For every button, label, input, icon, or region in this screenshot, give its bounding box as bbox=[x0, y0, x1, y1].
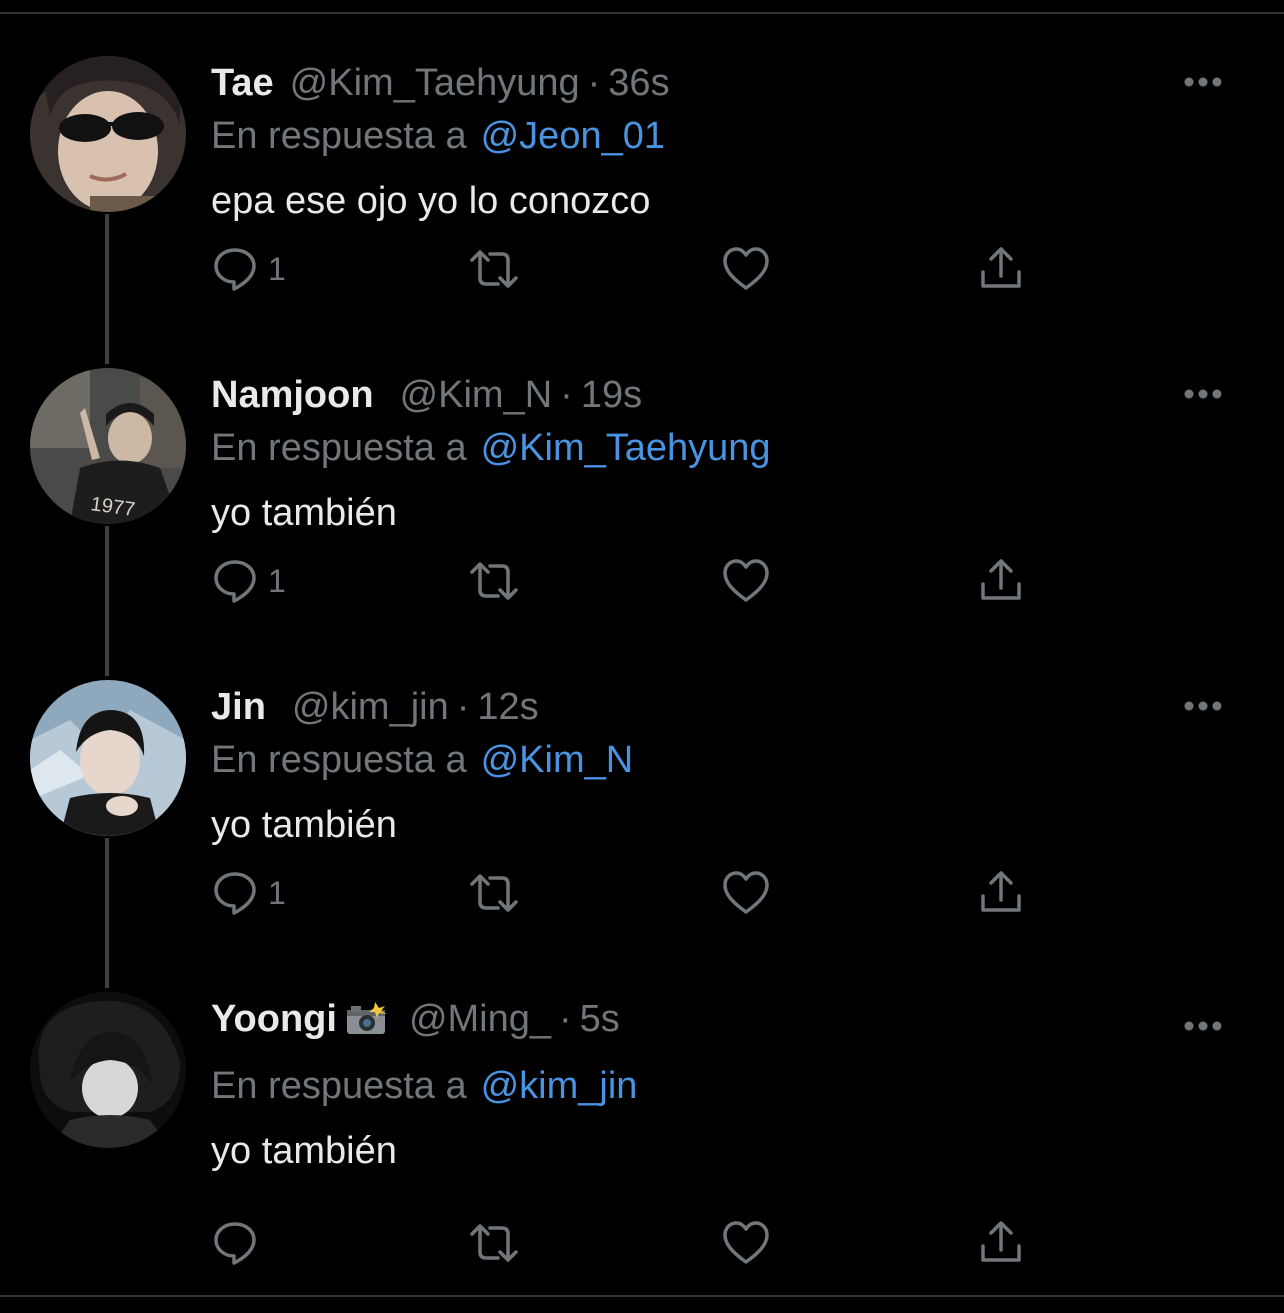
retweet-icon bbox=[466, 246, 522, 292]
reply-mention-link[interactable]: @Jeon_01 bbox=[481, 115, 665, 158]
share-icon bbox=[978, 1220, 1024, 1266]
like-button[interactable] bbox=[722, 868, 770, 918]
retweet-button[interactable] bbox=[466, 1218, 522, 1268]
reply-mention-link[interactable]: @kim_jin bbox=[481, 1065, 638, 1108]
tweet-actions: 1 bbox=[212, 556, 1052, 606]
reply-context: En respuesta a @Kim_N bbox=[211, 736, 633, 784]
timestamp[interactable]: 36s bbox=[608, 62, 669, 105]
reply-prefix: En respuesta a bbox=[211, 738, 467, 781]
retweet-button[interactable] bbox=[466, 868, 522, 918]
like-icon bbox=[722, 1220, 770, 1266]
reply-button[interactable]: 1 bbox=[212, 556, 286, 606]
reply-prefix: En respuesta a bbox=[211, 114, 467, 157]
avatar[interactable] bbox=[30, 992, 186, 1148]
tweet-header: Yoongi @Ming_ · 5s bbox=[211, 994, 620, 1044]
separator-dot: · bbox=[560, 373, 573, 416]
reply-icon bbox=[212, 558, 258, 604]
tweet-text: epa ese ojo yo lo conozco bbox=[211, 180, 651, 222]
reply-prefix: En respuesta a bbox=[211, 426, 467, 469]
tweet-header: Tae @Kim_Taehyung · 36s bbox=[211, 58, 670, 108]
reply-count: 1 bbox=[268, 250, 286, 287]
separator-dot: · bbox=[559, 997, 572, 1040]
reply-icon bbox=[212, 870, 258, 916]
tweet-actions: 1 bbox=[212, 244, 1052, 294]
share-icon bbox=[978, 870, 1024, 916]
tweet-text: yo también bbox=[211, 1130, 397, 1172]
reply-button[interactable] bbox=[212, 1218, 268, 1268]
reply-icon bbox=[212, 1220, 258, 1266]
camera-flash-emoji-icon bbox=[345, 1002, 387, 1036]
top-divider bbox=[0, 0, 1284, 14]
share-button[interactable] bbox=[978, 868, 1024, 918]
timestamp[interactable]: 19s bbox=[581, 374, 642, 417]
reply-context: En respuesta a @Kim_Taehyung bbox=[211, 424, 771, 472]
like-button[interactable] bbox=[722, 1218, 770, 1268]
retweet-icon bbox=[466, 1220, 522, 1266]
display-name[interactable]: Tae bbox=[211, 62, 274, 105]
more-icon[interactable] bbox=[1183, 386, 1223, 402]
tweet-actions: 1 bbox=[212, 868, 1052, 918]
like-icon bbox=[722, 558, 770, 604]
more-icon[interactable] bbox=[1183, 1018, 1223, 1034]
reply-context: En respuesta a @Jeon_01 bbox=[211, 112, 665, 160]
reply-count: 1 bbox=[268, 562, 286, 599]
retweet-icon bbox=[466, 558, 522, 604]
reply-mention-link[interactable]: @Kim_Taehyung bbox=[481, 427, 771, 470]
reply-button[interactable]: 1 bbox=[212, 868, 286, 918]
tweet-header: Namjoon @Kim_N · 19s bbox=[211, 370, 642, 420]
reply-icon bbox=[212, 246, 258, 292]
reply-context: En respuesta a @kim_jin bbox=[211, 1062, 637, 1110]
timestamp[interactable]: 5s bbox=[580, 998, 620, 1041]
reply-mention-link[interactable]: @Kim_N bbox=[481, 739, 634, 782]
avatar[interactable] bbox=[30, 680, 186, 836]
user-handle[interactable]: @Kim_Taehyung bbox=[290, 62, 580, 105]
share-icon bbox=[978, 558, 1024, 604]
reply-prefix: En respuesta a bbox=[211, 1064, 467, 1107]
timestamp[interactable]: 12s bbox=[477, 686, 538, 729]
more-icon[interactable] bbox=[1183, 74, 1223, 90]
display-name[interactable]: Namjoon bbox=[211, 374, 374, 417]
retweet-icon bbox=[466, 870, 522, 916]
separator-dot: · bbox=[456, 685, 470, 728]
like-button[interactable] bbox=[722, 244, 770, 294]
like-button[interactable] bbox=[722, 556, 770, 606]
like-icon bbox=[722, 246, 770, 292]
share-icon bbox=[978, 246, 1024, 292]
tweet[interactable]: 1977 Namjoon @Kim_N · 19s En respuesta a… bbox=[0, 368, 1284, 680]
reply-count: 1 bbox=[268, 874, 286, 911]
display-name[interactable]: Yoongi bbox=[211, 998, 337, 1041]
like-icon bbox=[722, 870, 770, 916]
avatar[interactable] bbox=[30, 56, 186, 212]
display-name[interactable]: Jin bbox=[211, 686, 266, 729]
tweet-text: yo también bbox=[211, 492, 397, 534]
retweet-button[interactable] bbox=[466, 244, 522, 294]
user-handle[interactable]: @Kim_N bbox=[400, 374, 553, 417]
tweet[interactable]: Jin @kim_jin · 12s En respuesta a @Kim_N… bbox=[0, 680, 1284, 992]
share-button[interactable] bbox=[978, 1218, 1024, 1268]
share-button[interactable] bbox=[978, 244, 1024, 294]
tweet-text: yo también bbox=[211, 804, 397, 846]
user-handle[interactable]: @Ming_ bbox=[409, 998, 551, 1041]
tweet-header: Jin @kim_jin · 12s bbox=[211, 682, 539, 732]
retweet-button[interactable] bbox=[466, 556, 522, 606]
avatar[interactable]: 1977 bbox=[30, 368, 186, 524]
user-handle[interactable]: @kim_jin bbox=[292, 686, 449, 729]
tweet[interactable]: Tae @Kim_Taehyung · 36s En respuesta a @… bbox=[0, 56, 1284, 368]
bottom-divider bbox=[0, 1295, 1284, 1313]
share-button[interactable] bbox=[978, 556, 1024, 606]
reply-button[interactable]: 1 bbox=[212, 244, 286, 294]
tweet-actions bbox=[212, 1218, 1052, 1268]
tweet[interactable]: Yoongi @Ming_ · 5s En respuesta a @kim_j… bbox=[0, 992, 1284, 1304]
separator-dot: · bbox=[587, 61, 601, 104]
more-icon[interactable] bbox=[1183, 698, 1223, 714]
